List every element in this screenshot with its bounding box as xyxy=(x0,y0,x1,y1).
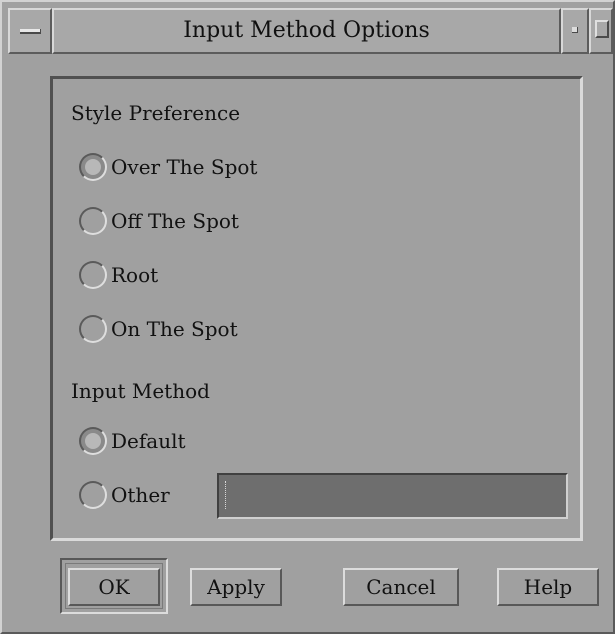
radio-label: Default xyxy=(111,429,186,453)
radio-button[interactable] xyxy=(79,315,107,343)
maximize-icon xyxy=(595,20,609,38)
input-method-options-dialog: Input Method Options Style Preference Ov… xyxy=(0,0,615,634)
text-cursor xyxy=(225,481,228,509)
radio-over-the-spot[interactable]: Over The Spot xyxy=(79,151,257,183)
radio-button[interactable] xyxy=(79,427,107,455)
maximize-button[interactable] xyxy=(589,8,613,54)
help-button[interactable]: Help xyxy=(497,568,599,606)
title-bar: Input Method Options xyxy=(8,8,613,54)
radio-label: On The Spot xyxy=(111,317,238,341)
radio-button[interactable] xyxy=(79,207,107,235)
radio-on-the-spot[interactable]: On The Spot xyxy=(79,313,238,345)
radio-button[interactable] xyxy=(79,481,107,509)
options-frame: Style Preference Over The Spot Off The S… xyxy=(50,76,583,541)
radio-default[interactable]: Default xyxy=(79,425,186,457)
style-preference-label: Style Preference xyxy=(71,101,241,125)
radio-label: Other xyxy=(111,483,170,507)
radio-label: Off The Spot xyxy=(111,209,239,233)
input-method-label: Input Method xyxy=(71,379,210,403)
minimize-icon xyxy=(572,27,578,33)
other-input-method-field[interactable] xyxy=(217,473,568,519)
radio-other[interactable]: Other xyxy=(79,479,170,511)
apply-button[interactable]: Apply xyxy=(190,568,282,606)
window-title[interactable]: Input Method Options xyxy=(52,8,561,54)
window-menu-icon xyxy=(20,29,41,34)
radio-label: Over The Spot xyxy=(111,155,258,179)
radio-off-the-spot[interactable]: Off The Spot xyxy=(79,205,239,237)
cancel-button[interactable]: Cancel xyxy=(343,568,459,606)
radio-button[interactable] xyxy=(79,153,107,181)
minimize-button[interactable] xyxy=(561,8,589,54)
radio-button[interactable] xyxy=(79,261,107,289)
radio-root[interactable]: Root xyxy=(79,259,158,291)
window-menu-button[interactable] xyxy=(8,8,52,54)
ok-button[interactable]: OK xyxy=(68,568,160,606)
radio-label: Root xyxy=(111,263,159,287)
